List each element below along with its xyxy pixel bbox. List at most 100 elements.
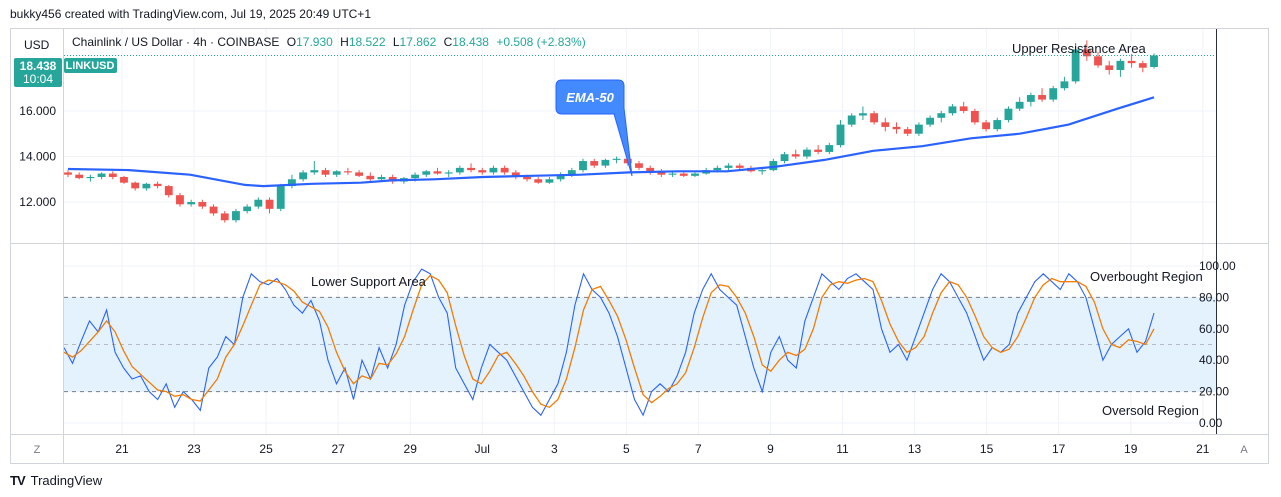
candle-body	[1127, 60, 1136, 64]
candle-body	[825, 145, 834, 152]
candle-body	[444, 172, 453, 174]
candle-body	[970, 110, 979, 123]
legend-o-label: O	[287, 35, 296, 49]
candle-body	[467, 167, 475, 171]
candle-body	[343, 171, 352, 173]
candle-body	[232, 211, 240, 221]
x-tick-label: 3	[551, 442, 558, 456]
candle-body	[612, 158, 621, 160]
currency-label[interactable]: USD	[24, 38, 50, 52]
candle-body	[433, 171, 442, 174]
last-price-tag: 18.438 10:04	[14, 58, 62, 87]
oscillator-tick-label: 0.00	[1199, 416, 1223, 430]
x-tick-label: 21	[1196, 442, 1210, 456]
tradingview-logo-icon: TV	[10, 472, 26, 488]
legend-line: Chainlink / US Dollar · 4h · COINBASE O1…	[72, 35, 586, 49]
legend-change: +0.508 (+2.83%)	[496, 35, 585, 49]
candle-body	[97, 173, 106, 177]
x-tick-label: Jul	[475, 442, 490, 456]
oscillator-tick-label: 80.00	[1199, 290, 1229, 304]
x-tick-label: 29	[404, 442, 418, 456]
x-tick-label: 27	[331, 442, 345, 456]
candle-body	[64, 172, 72, 175]
legend-c-value: 18.438	[452, 35, 489, 49]
legend-h-label: H	[340, 35, 349, 49]
candle-body	[198, 202, 207, 207]
candle-body	[982, 122, 990, 130]
candle-body	[892, 126, 901, 130]
last-price-value: 18.438	[20, 59, 57, 73]
candle-body	[937, 113, 946, 118]
candle-body	[579, 161, 587, 171]
candle-body	[1138, 63, 1147, 68]
candle-body	[1038, 95, 1046, 100]
candle-body	[131, 182, 140, 189]
legend-title: Chainlink / US Dollar · 4h · COINBASE	[72, 35, 279, 49]
candle-body	[321, 170, 330, 175]
candle-body	[108, 173, 117, 177]
x-tick-label: 21	[115, 442, 129, 456]
candle-body	[176, 195, 184, 205]
candle-body	[679, 173, 688, 176]
legend-l-value: 17.862	[400, 35, 437, 49]
candle-body	[86, 176, 95, 179]
time-axis-labels: 21 23 25 27 29 Jul 3 5 7 9 11 13 15 17 19 21	[115, 442, 1209, 456]
candle-body	[489, 167, 498, 173]
candle-body	[209, 206, 218, 214]
candle-body	[1150, 55, 1158, 68]
x-tick-label: 15	[980, 442, 994, 456]
oscillator-tick-label: 40.00	[1199, 353, 1229, 367]
candle-body	[523, 176, 531, 180]
x-tick-label: 9	[767, 442, 774, 456]
candle-body	[948, 106, 957, 114]
legend-c-label: C	[444, 35, 453, 49]
candle-body	[254, 199, 263, 207]
candle-body	[735, 165, 744, 168]
price-tick-label: 16.000	[19, 104, 56, 118]
candlestick-series	[64, 40, 1158, 223]
x-tick-label: 5	[623, 442, 630, 456]
candle-body	[75, 174, 84, 179]
auto-scale-button[interactable]: A	[1240, 444, 1248, 456]
symbol-tag: LINKUSD	[64, 58, 117, 73]
candle-body	[847, 115, 856, 125]
candle-body	[310, 170, 319, 173]
candle-body	[455, 167, 464, 173]
x-tick-label: 19	[1124, 442, 1138, 456]
legend-o-value: 17.930	[296, 35, 333, 49]
candle-body	[142, 183, 151, 189]
zoom-button[interactable]: Z	[34, 444, 41, 456]
x-tick-label: 23	[187, 442, 201, 456]
candle-body	[780, 154, 789, 162]
candle-body	[1015, 101, 1024, 109]
symbol-tag-text: LINKUSD	[66, 60, 115, 72]
candle-body	[187, 202, 196, 205]
chart-canvas[interactable]: 12.000 14.000 16.000 100.00 80.00 60.00 40.00…	[0, 0, 1281, 497]
candle-body	[377, 176, 386, 180]
x-tick-label: 17	[1052, 442, 1066, 456]
candle-body	[1026, 95, 1035, 102]
candle-body	[903, 129, 912, 134]
candle-body	[1060, 81, 1069, 89]
candle-body	[1049, 88, 1058, 100]
candle-body	[668, 173, 677, 175]
candle-body	[164, 186, 173, 196]
candle-body	[635, 163, 643, 168]
oscillator-tick-label: 60.00	[1199, 322, 1229, 336]
bar-countdown: 10:04	[23, 72, 53, 86]
candle-body	[265, 199, 274, 209]
candle-body	[881, 122, 890, 127]
candle-body	[422, 171, 431, 175]
candle-body	[220, 213, 229, 221]
tradingview-brand: TradingView	[30, 472, 103, 488]
oscillator-tick-label: 100.00	[1199, 259, 1236, 273]
candle-body	[713, 167, 722, 171]
candle-body	[332, 171, 341, 175]
candle-body	[870, 113, 879, 123]
candle-body	[590, 161, 599, 166]
candle-body	[355, 172, 364, 176]
price-grid	[64, 29, 1216, 243]
candle-body	[299, 172, 308, 180]
ema-callout-text: EMA-50	[566, 90, 614, 105]
candle-body	[545, 179, 554, 183]
